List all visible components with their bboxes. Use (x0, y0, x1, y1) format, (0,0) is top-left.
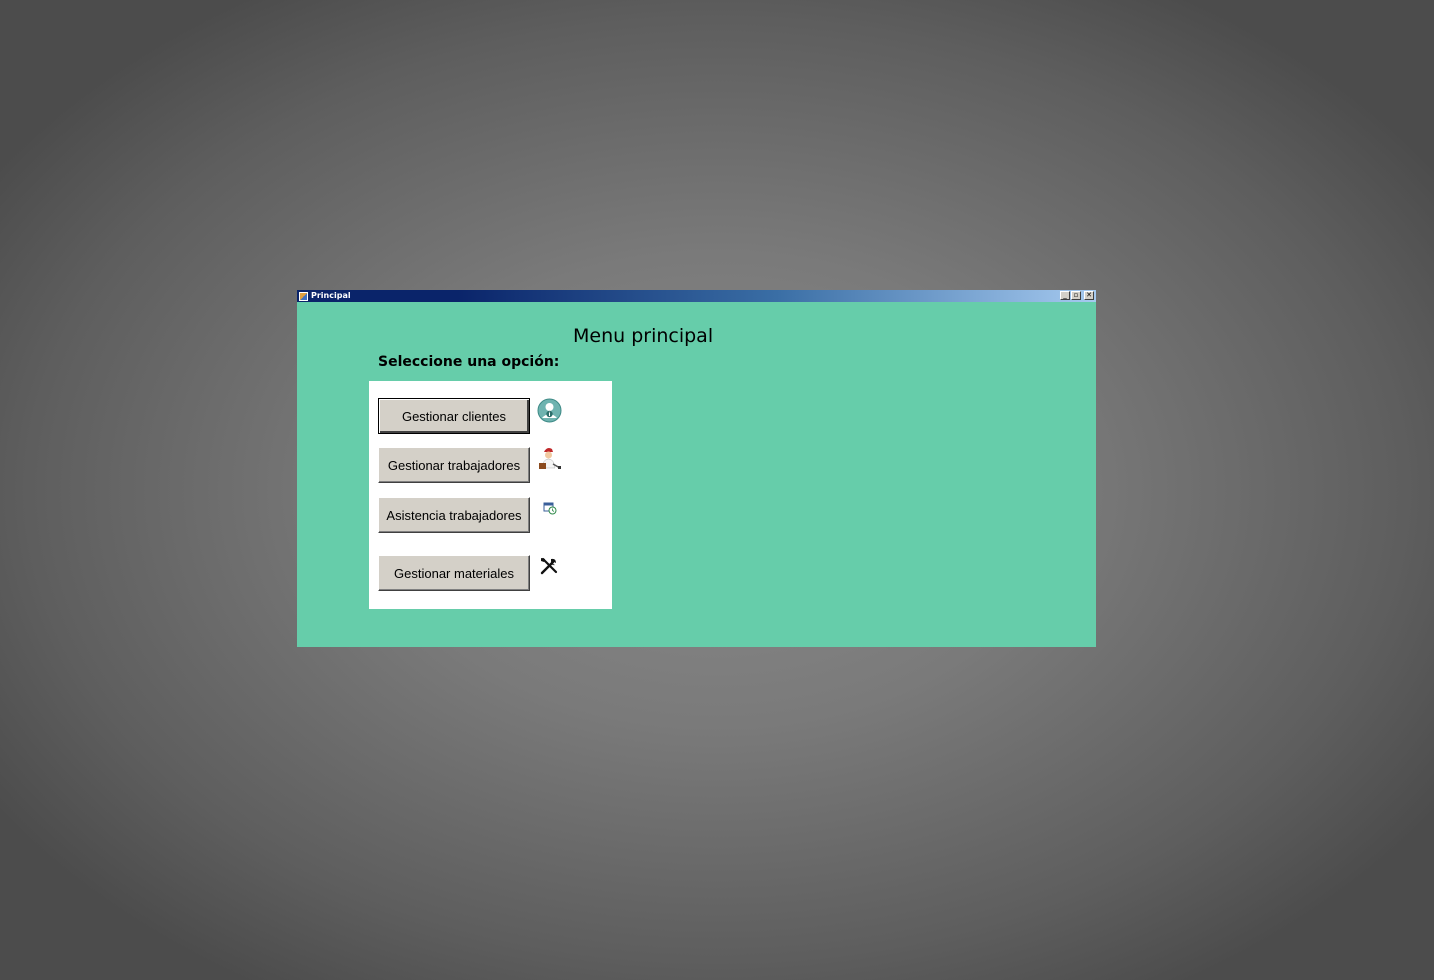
worker-icon (539, 448, 561, 469)
tools-icon (540, 557, 558, 575)
worker-attendance-button[interactable]: Asistencia trabajadores (378, 497, 530, 533)
manage-materials-button[interactable]: Gestionar materiales (378, 555, 530, 591)
principal-window: Principal _ ▫ ✕ Menu principal Seleccion… (297, 290, 1096, 647)
close-button[interactable]: ✕ (1084, 291, 1094, 300)
manage-workers-button[interactable]: Gestionar trabajadores (378, 447, 530, 483)
manage-clients-button[interactable]: Gestionar clientes (378, 398, 530, 434)
options-panel: Gestionar clientes Gestionar trabajadore… (369, 381, 612, 609)
calendar-clock-icon (543, 502, 557, 515)
app-icon (299, 291, 308, 301)
window-controls: _ ▫ ✕ (1060, 291, 1094, 300)
minimize-button[interactable]: _ (1060, 291, 1070, 300)
page-title: Menu principal (573, 325, 714, 347)
window-title: Principal (311, 291, 351, 300)
select-option-label: Seleccione una opción: (378, 354, 560, 370)
title-bar[interactable]: Principal _ ▫ ✕ (297, 290, 1096, 302)
maximize-button[interactable]: ▫ (1071, 291, 1081, 300)
client-info-icon (537, 398, 562, 423)
